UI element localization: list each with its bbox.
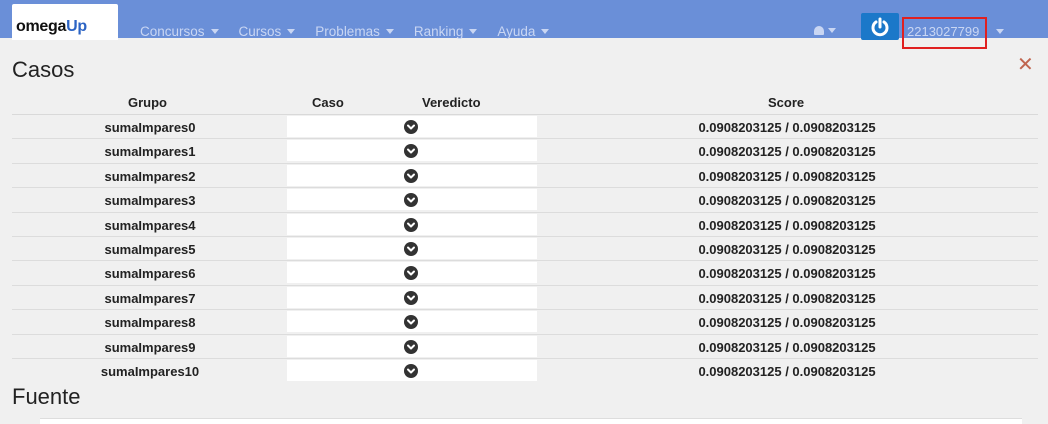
group-name: sumaImpares0 (104, 120, 196, 135)
menu-problemas[interactable]: Problemas (315, 24, 394, 39)
group-name: sumaImpares3 (104, 193, 196, 209)
source-title: Fuente (12, 384, 81, 409)
check-circle-icon (404, 168, 418, 183)
bell-icon (814, 26, 824, 35)
menu-cursos-label: Cursos (238, 24, 282, 39)
case-verdict-cell[interactable] (287, 237, 537, 259)
cases-title: Casos (12, 57, 75, 82)
header-case: Caso (312, 95, 344, 110)
check-circle-icon (404, 266, 418, 281)
check-circle-icon (404, 315, 418, 330)
group-name: sumaImpares4 (104, 217, 196, 233)
table-row: sumaImpares0 0.0908203125 / 0.0908203125 (12, 115, 1038, 140)
case-verdict-cell[interactable] (287, 335, 537, 357)
score-value: 0.0908203125 / 0.0908203125 (698, 193, 876, 209)
caret-down-icon (828, 28, 836, 33)
group-name: sumaImpares1 (104, 144, 196, 160)
power-icon (871, 17, 889, 36)
caret-down-icon (287, 29, 296, 34)
table-row: sumaImpares4 0.0908203125 / 0.0908203125 (12, 213, 1038, 237)
group-name: sumaImpares2 (104, 168, 196, 184)
check-circle-icon (404, 120, 418, 134)
top-navbar: omegaUp Concursos Cursos Problemas Ranki… (0, 0, 1048, 49)
logo-suffix: Up (66, 18, 87, 35)
caret-down-icon[interactable] (996, 29, 1004, 34)
check-circle-icon (404, 193, 418, 208)
main-menu: Concursos Cursos Problemas Ranking Ayuda (140, 24, 550, 39)
group-name: sumaImpares5 (104, 241, 196, 257)
score-value: 0.0908203125 / 0.0908203125 (698, 217, 876, 233)
group-name: sumaImpares6 (104, 266, 196, 282)
score-value: 0.0908203125 / 0.0908203125 (698, 120, 876, 135)
case-verdict-cell[interactable] (287, 262, 537, 284)
cases-table: sumaImpares0 0.0908203125 / 0.0908203125 s… (12, 115, 1038, 383)
check-circle-icon (404, 339, 418, 354)
table-row: sumaImpares6 0.0908203125 / 0.0908203125 (12, 261, 1038, 286)
caret-down-icon (541, 29, 550, 34)
menu-concursos[interactable]: Concursos (140, 24, 219, 39)
menu-ayuda-label: Ayuda (497, 24, 536, 39)
score-value: 0.0908203125 / 0.0908203125 (698, 290, 876, 306)
logo-text[interactable]: omegaUp (16, 18, 87, 36)
check-circle-icon (404, 363, 418, 378)
group-name: sumaImpares8 (104, 315, 196, 331)
table-row: sumaImpares9 0.0908203125 / 0.0908203125 (12, 335, 1038, 359)
table-row: sumaImpares7 0.0908203125 / 0.0908203125 (12, 286, 1038, 311)
user-avatar[interactable] (861, 13, 899, 40)
check-circle-icon (404, 144, 418, 159)
group-name: sumaImpares9 (104, 339, 196, 355)
caret-down-icon (210, 29, 219, 34)
case-verdict-cell[interactable] (287, 164, 537, 186)
header-score: Score (768, 95, 805, 110)
score-value: 0.0908203125 / 0.0908203125 (698, 241, 876, 257)
group-name: sumaImpares7 (104, 290, 196, 306)
table-row: sumaImpares3 0.0908203125 / 0.0908203125 (12, 188, 1038, 213)
case-verdict-cell[interactable] (287, 311, 537, 333)
header-group: Grupo (128, 95, 167, 110)
table-row: sumaImpares10 0.0908203125 / 0.0908203125 (12, 359, 1038, 383)
table-row: sumaImpares1 0.0908203125 / 0.0908203125 (12, 139, 1038, 164)
score-value: 0.0908203125 / 0.0908203125 (698, 168, 876, 184)
menu-ayuda[interactable]: Ayuda (497, 24, 550, 39)
case-verdict-cell[interactable] (287, 359, 537, 381)
menu-ranking-label: Ranking (413, 24, 464, 39)
menu-cursos[interactable]: Cursos (239, 24, 296, 39)
username-link[interactable]: 2213027799 (907, 24, 979, 39)
header-verdict: Veredicto (422, 95, 481, 110)
case-verdict-cell[interactable] (287, 213, 537, 235)
group-name: sumaImpares10 (100, 363, 200, 379)
score-value: 0.0908203125 / 0.0908203125 (698, 363, 876, 379)
logo-prefix: omega (16, 18, 67, 35)
table-row: sumaImpares2 0.0908203125 / 0.0908203125 (12, 164, 1038, 189)
score-value: 0.0908203125 / 0.0908203125 (698, 315, 876, 331)
caret-down-icon (469, 29, 478, 34)
score-value: 0.0908203125 / 0.0908203125 (698, 144, 876, 160)
score-value: 0.0908203125 / 0.0908203125 (698, 339, 876, 355)
menu-problemas-label: Problemas (315, 24, 380, 39)
case-verdict-cell[interactable] (287, 116, 537, 137)
notifications-button[interactable] (814, 26, 836, 35)
check-circle-icon (404, 290, 418, 305)
table-row: sumaImpares8 0.0908203125 / 0.0908203125 (12, 310, 1038, 335)
caret-down-icon (385, 29, 394, 34)
case-verdict-cell[interactable] (287, 140, 537, 162)
menu-ranking[interactable]: Ranking (414, 24, 478, 39)
check-circle-icon (404, 217, 418, 232)
menu-concursos-label: Concursos (140, 24, 205, 39)
close-x-icon[interactable]: ✕ (1017, 52, 1034, 77)
case-verdict-cell[interactable] (287, 189, 537, 211)
score-value: 0.0908203125 / 0.0908203125 (698, 266, 876, 282)
source-editor[interactable] (40, 418, 1022, 424)
case-verdict-cell[interactable] (287, 286, 537, 308)
check-circle-icon (404, 241, 418, 256)
table-row: sumaImpares5 0.0908203125 / 0.0908203125 (12, 237, 1038, 262)
